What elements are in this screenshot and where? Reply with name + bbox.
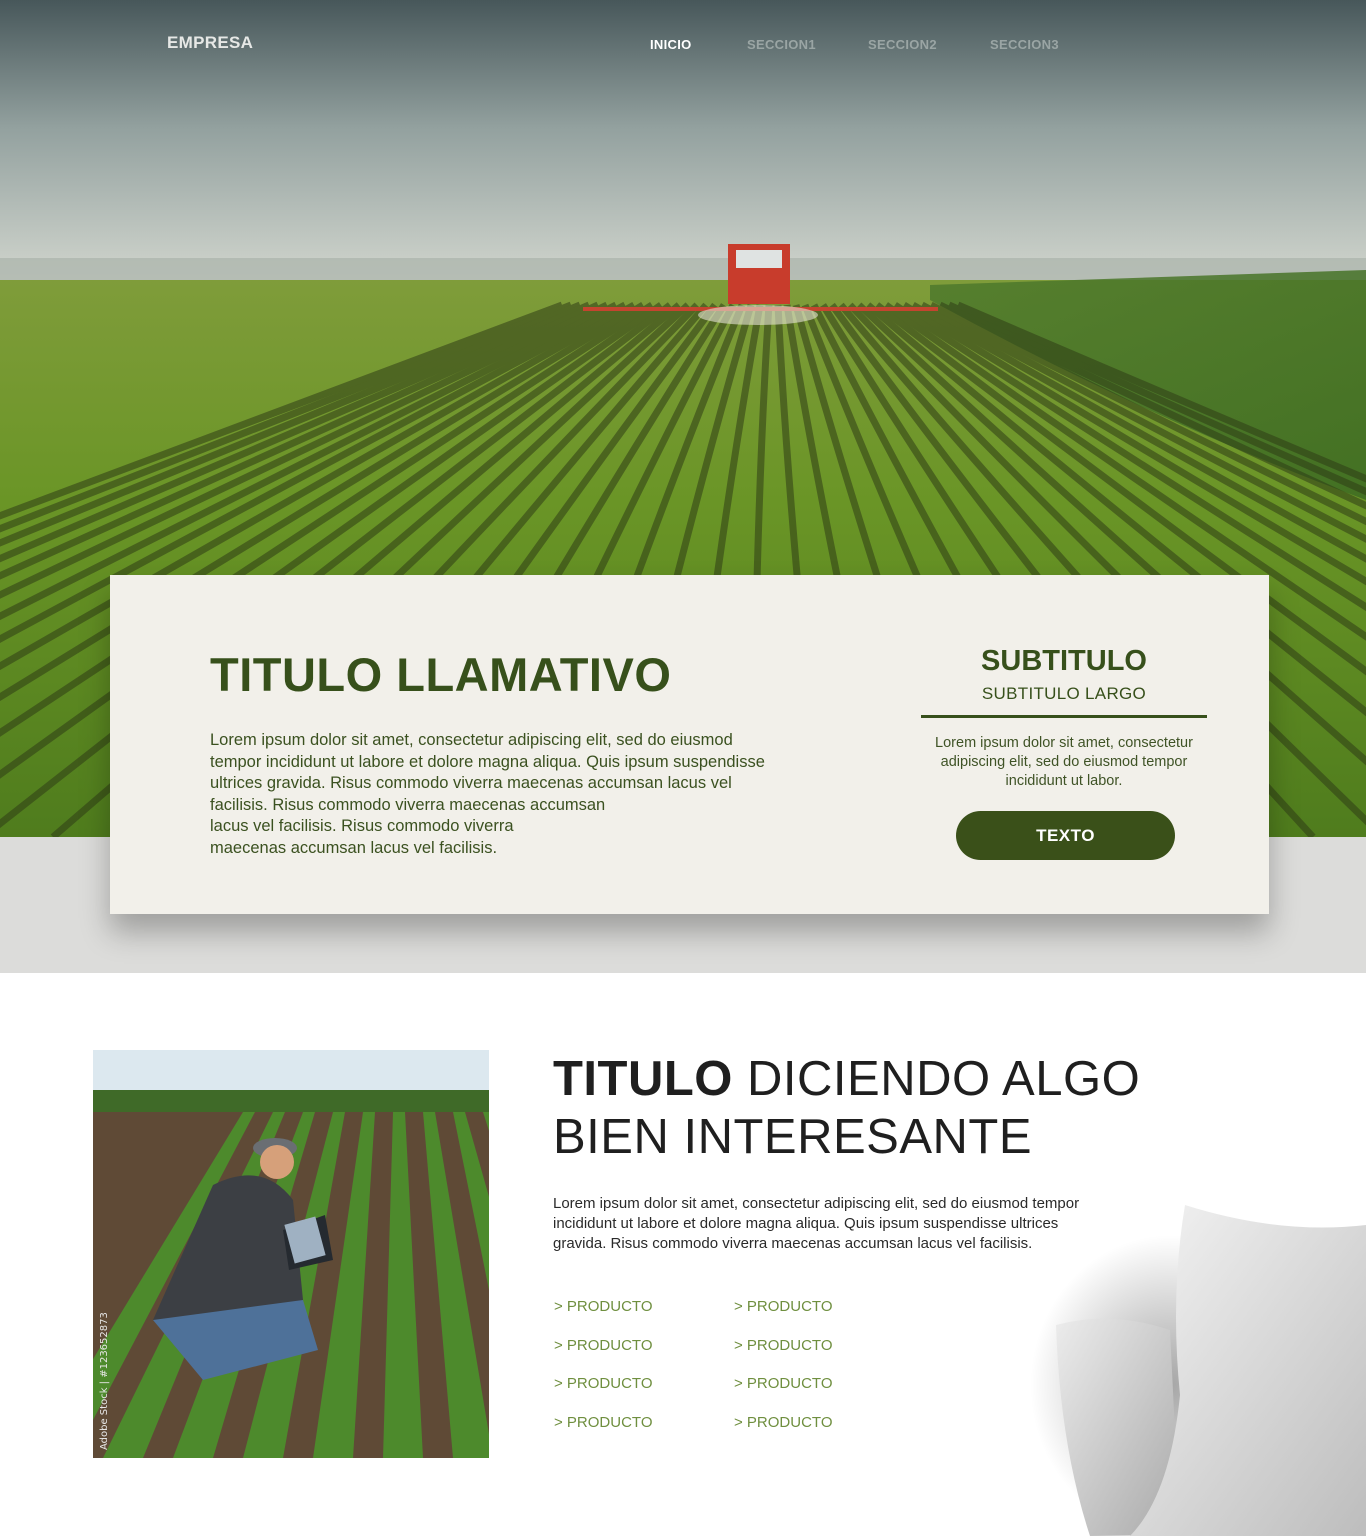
sidebar-text: Lorem ipsum dolor sit amet, consectetur … [935,735,1193,789]
feature-body-line: Lorem ipsum dolor sit amet, consectetur … [210,731,733,749]
section-title: TITULO DICIENDO ALGO BIEN INTERESANTE [553,1050,1193,1166]
top-navigation: EMPRESA INICIO SECCION1 SECCION2 SECCION… [0,0,1366,90]
feature-body-line: maecenas accumsan lacus vel facilisis. [210,838,498,857]
nav-item-inicio[interactable]: INICIO [650,37,692,52]
product-link[interactable]: > PRODUCTO [554,1298,653,1315]
feature-body-line: ultrices gravida. Risus commodo viverra … [210,774,732,793]
feature-body: Lorem ipsum dolor sit amet, consectetur … [210,730,850,860]
product-link[interactable]: > PRODUCTO [554,1337,653,1354]
product-link[interactable]: > PRODUCTO [734,1375,833,1392]
brand-logo[interactable]: EMPRESA [167,33,253,53]
feature-card: TITULO LLAMATIVO Lorem ipsum dolor sit a… [110,575,1269,914]
product-link[interactable]: > PRODUCTO [734,1337,833,1354]
nav-item-seccion2[interactable]: SECCION2 [868,37,937,52]
sidebar-divider [921,715,1207,718]
product-bags-image [1030,1205,1366,1536]
feature-body-line: tempor incididunt ut labore et dolore ma… [210,752,765,771]
sidebar-subtitle: SUBTITULO LARGO [981,684,1147,703]
feature-title: TITULO LLAMATIVO [210,648,672,701]
photo-watermark: Adobe Stock | #123652873 [99,1312,110,1450]
feature-sidebar: SUBTITULO SUBTITULO LARGO Lorem ipsum do… [920,645,1208,791]
farmer-photo-illustration: Adobe Stock | #123652873 [93,1050,489,1458]
farmer-photo: Adobe Stock | #123652873 [93,1050,489,1458]
nav-item-seccion3[interactable]: SECCION3 [990,37,1059,52]
section-title-light-1: DICIENDO ALGO [747,1052,1141,1106]
sidebar-title: SUBTITULO [981,645,1147,677]
product-link[interactable]: > PRODUCTO [554,1375,653,1392]
nav-item-seccion1[interactable]: SECCION1 [747,37,816,52]
product-link[interactable]: > PRODUCTO [734,1414,833,1431]
product-link[interactable]: > PRODUCTO [734,1298,833,1315]
feature-body-line: facilisis. Risus commodo viverra maecena… [210,795,606,814]
section-title-light-2: BIEN INTERESANTE [553,1110,1033,1164]
section-title-bold: TITULO [553,1052,733,1106]
cta-button[interactable]: TEXTO [956,811,1175,860]
product-link[interactable]: > PRODUCTO [554,1414,653,1431]
feature-body-line: lacus vel facilisis. Risus commodo viver… [210,817,514,836]
